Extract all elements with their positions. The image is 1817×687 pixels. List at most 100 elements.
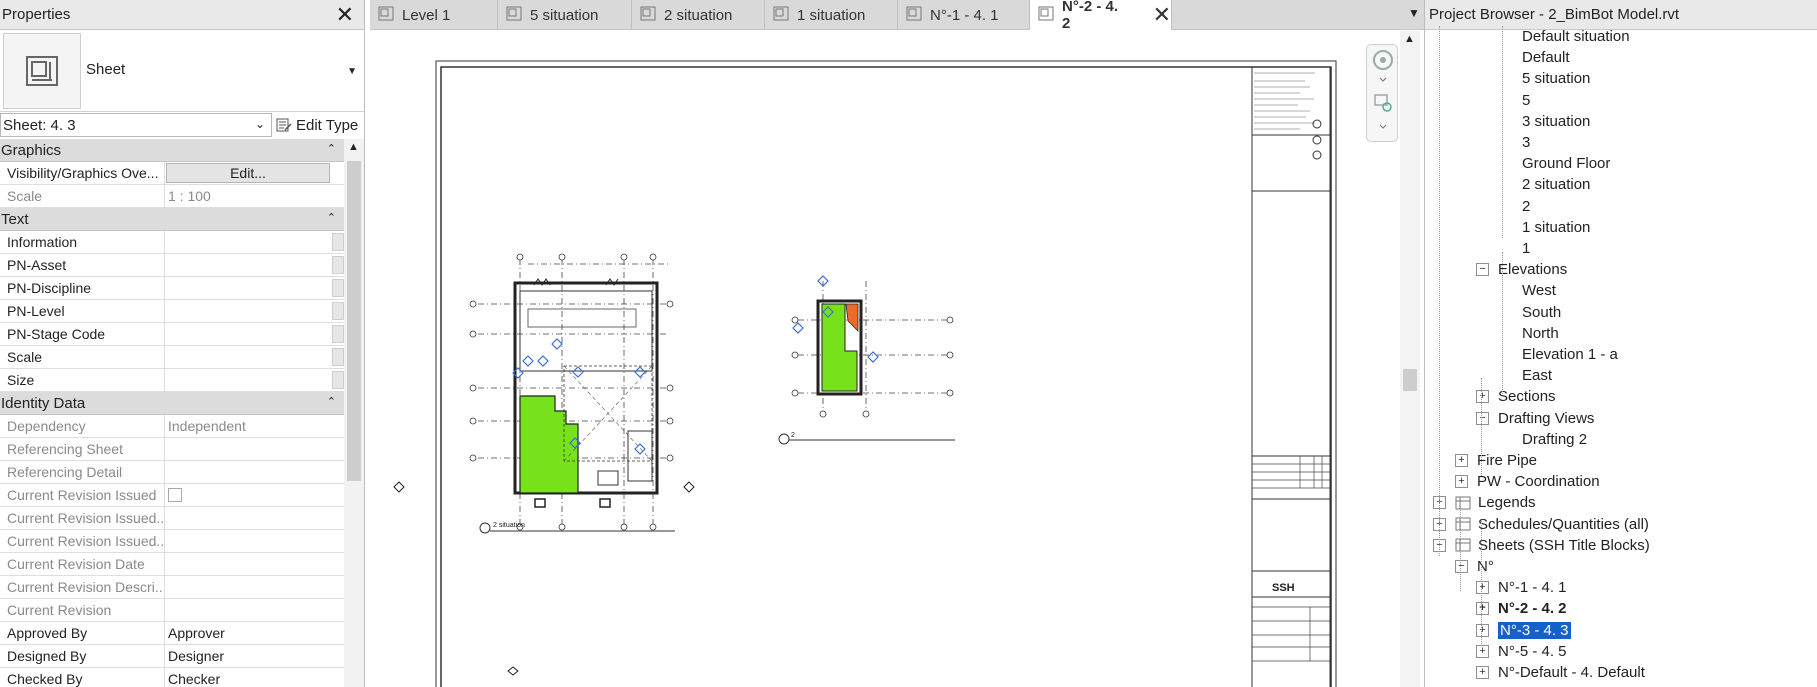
property-row[interactable]: Checked By Checker [0,668,344,687]
navigation-bar[interactable] [1366,44,1398,142]
property-group-text[interactable]: Text ⌃ [0,208,344,231]
tree-node[interactable]: + N°-Default - 4. Default [1476,662,1645,683]
expand-icon[interactable]: + [1476,581,1489,595]
scroll-up-icon[interactable]: ▲ [348,141,359,153]
text-edit-button[interactable] [332,233,344,251]
collapse-icon[interactable]: ⌃ [327,395,336,408]
property-value[interactable]: Designer [165,645,344,667]
tree-node[interactable]: + Legends [1433,492,1536,513]
tab-list-dropdown-icon[interactable]: ▼ [1404,6,1424,20]
tree-node[interactable]: 5 situation [1522,68,1590,89]
viewport-plan-2[interactable]: 2 [778,275,955,445]
expand-icon[interactable]: + [1476,666,1489,679]
view-tab[interactable]: 1 situation [765,0,898,30]
tree-node[interactable]: Drafting 2 [1522,429,1587,450]
property-group-graphics[interactable]: Graphics ⌃ [0,139,344,162]
expand-icon[interactable]: + [1476,623,1489,637]
expand-icon[interactable]: + [1476,602,1489,616]
view-tab[interactable]: 5 situation [498,0,632,30]
collapse-icon[interactable]: − [1476,411,1489,425]
text-edit-button[interactable] [332,325,344,343]
tree-node[interactable]: + N°-5 - 4. 5 [1476,641,1567,662]
view-tab[interactable]: N°-2 - 4. 2 ✕ [1030,0,1172,32]
properties-scrollbar[interactable]: ▲ [344,139,364,687]
property-row[interactable]: Approved By Approver [0,622,344,645]
expand-icon[interactable]: + [1476,644,1489,658]
collapse-icon[interactable]: ⌃ [327,211,336,224]
text-edit-button[interactable] [332,371,344,389]
property-value[interactable] [165,254,344,276]
type-selector[interactable]: Sheet ▼ [0,30,365,112]
tree-node[interactable]: 2 [1522,196,1530,217]
property-value[interactable]: Approver [165,622,344,644]
tree-node[interactable]: − Elevations [1476,259,1567,280]
property-row[interactable]: PN-Level [0,300,344,323]
tree-node[interactable]: + Fire Pipe [1455,450,1537,471]
tree-node[interactable]: + PW - Coordination [1455,471,1600,492]
property-row[interactable]: Information [0,231,344,254]
close-icon[interactable]: ✕ [336,2,354,28]
tree-node[interactable]: Default [1522,47,1570,68]
tree-node[interactable]: + N°-1 - 4. 1 [1476,577,1567,598]
sheet-drawing[interactable]: SSH 2 situation 2 [370,31,1408,687]
property-value[interactable] [165,369,344,391]
property-value[interactable] [165,300,344,322]
tree-node[interactable]: South [1522,302,1561,323]
tree-node[interactable]: 3 situation [1522,111,1590,132]
property-row[interactable]: PN-Discipline [0,277,344,300]
steering-wheel-icon[interactable] [1373,50,1393,70]
text-edit-button[interactable] [332,256,344,274]
view-tab[interactable]: N°-1 - 4. 1 [898,0,1030,30]
viewport-plan-1[interactable]: 2 situation [393,253,695,676]
property-value[interactable] [165,323,344,345]
collapse-icon[interactable]: ⌃ [327,142,336,155]
property-value[interactable] [165,231,344,253]
view-tab[interactable]: Level 1 [370,0,498,30]
text-edit-button[interactable] [332,302,344,320]
tree-node[interactable]: 3 [1522,132,1530,153]
property-value[interactable]: Edit... [165,162,344,184]
tree-node[interactable]: 1 [1522,238,1530,259]
tree-node[interactable]: + Sections [1476,386,1556,407]
expand-icon[interactable]: + [1455,454,1468,467]
scroll-thumb[interactable] [347,161,361,481]
property-row[interactable]: PN-Stage Code [0,323,344,346]
canvas-scrollbar[interactable]: ▲ [1400,31,1420,687]
tree-node[interactable]: + N°-2 - 4. 2 [1476,598,1567,619]
view-tab[interactable]: 2 situation [632,0,765,30]
zoom-icon[interactable] [1374,94,1392,112]
edit-type-button[interactable]: Edit Type [276,114,358,136]
close-tab-icon[interactable]: ✕ [1153,2,1171,28]
property-row[interactable]: Designed By Designer [0,645,344,668]
property-row[interactable]: Size [0,369,344,392]
tree-node[interactable]: West [1522,280,1556,301]
tree-node[interactable]: Default situation [1522,26,1630,47]
tree-node[interactable]: North [1522,323,1559,344]
sheet-view-canvas[interactable]: SSH 2 situation 2 [370,31,1408,687]
property-value[interactable] [165,346,344,368]
property-row[interactable]: Scale [0,346,344,369]
text-edit-button[interactable] [332,348,344,366]
scroll-up-icon[interactable]: ▲ [1404,33,1415,45]
expand-icon[interactable]: + [1455,475,1468,489]
scroll-thumb[interactable] [1403,369,1417,391]
tree-node[interactable]: Elevation 1 - a [1522,344,1618,365]
tree-node[interactable]: East [1522,365,1552,386]
property-row[interactable]: PN-Asset [0,254,344,277]
tree-node[interactable]: Ground Floor [1522,153,1610,174]
property-value[interactable] [165,277,344,299]
tree-node[interactable]: − Drafting Views [1476,408,1594,429]
property-row[interactable]: Visibility/Graphics Ove... Edit... [0,162,344,185]
tree-node[interactable]: 1 situation [1522,217,1590,238]
tree-node[interactable]: 5 [1522,90,1530,111]
property-group-identity-data[interactable]: Identity Data ⌃ [0,392,344,415]
collapse-icon[interactable]: − [1476,263,1489,277]
text-edit-button[interactable] [332,279,344,297]
property-value[interactable]: Checker [165,668,344,687]
tree-node[interactable]: 2 situation [1522,174,1590,195]
edit-visibility-button[interactable]: Edit... [166,163,330,183]
tree-node[interactable]: + N°-3 - 4. 3 [1476,620,1572,641]
expand-icon[interactable]: + [1476,390,1489,404]
tree-node[interactable]: + Schedules/Quantities (all) [1433,514,1649,535]
chevron-down-icon[interactable]: ▼ [347,66,357,77]
